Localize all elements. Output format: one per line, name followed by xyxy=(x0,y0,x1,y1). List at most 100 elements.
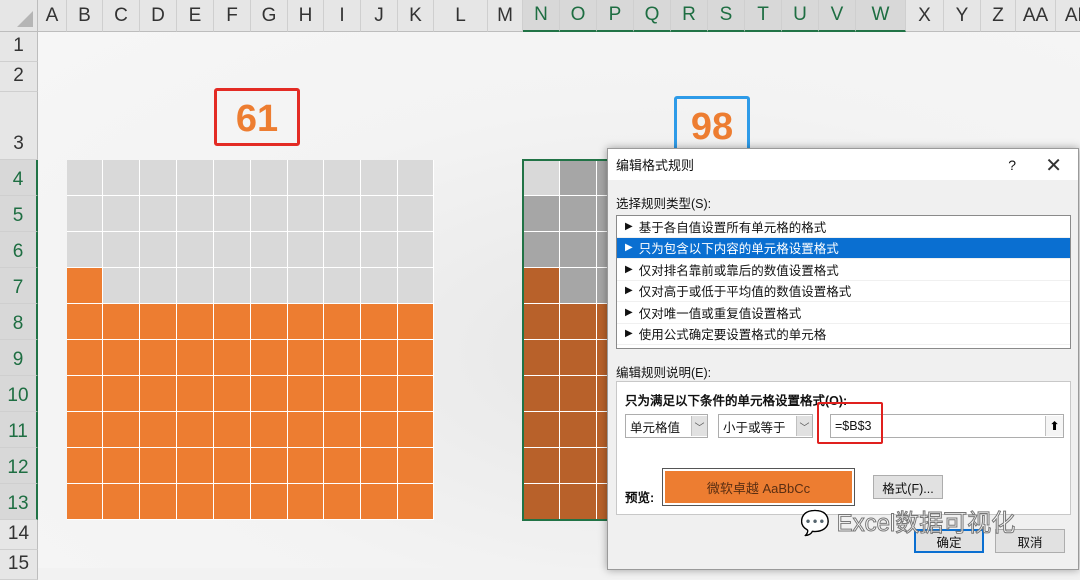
column-header[interactable]: X xyxy=(906,0,944,32)
left-grid-cell[interactable] xyxy=(398,304,434,340)
left-grid-cell[interactable] xyxy=(361,412,398,448)
left-grid-cell[interactable] xyxy=(361,484,398,520)
left-grid-cell[interactable] xyxy=(288,412,324,448)
left-grid-cell[interactable] xyxy=(67,268,103,304)
left-grid-cell[interactable] xyxy=(324,412,361,448)
right-grid-cell[interactable] xyxy=(560,268,597,304)
left-grid-cell[interactable] xyxy=(251,340,288,376)
column-header[interactable]: O xyxy=(560,0,597,32)
left-grid-cell[interactable] xyxy=(398,196,434,232)
left-grid-cell[interactable] xyxy=(140,196,177,232)
left-grid-cell[interactable] xyxy=(288,340,324,376)
condition-type-select[interactable]: 单元格值 ﹀ xyxy=(625,414,708,438)
left-grid-cell[interactable] xyxy=(398,232,434,268)
left-grid-cell[interactable] xyxy=(288,304,324,340)
rule-type-item[interactable]: ▶ 基于各自值设置所有单元格的格式 xyxy=(617,216,1070,238)
row-header[interactable]: 6 xyxy=(0,232,38,268)
right-grid-cell[interactable] xyxy=(523,484,560,520)
left-grid-cell[interactable] xyxy=(67,232,103,268)
left-grid-cell[interactable] xyxy=(67,196,103,232)
left-grid-cell[interactable] xyxy=(177,268,214,304)
rule-type-list[interactable]: ▶ 基于各自值设置所有单元格的格式 ▶ 只为包含以下内容的单元格设置格式 ▶ 仅对排名靠前… xyxy=(616,215,1071,349)
left-grid-cell[interactable] xyxy=(288,376,324,412)
column-header[interactable]: M xyxy=(488,0,523,32)
column-header[interactable]: J xyxy=(361,0,398,32)
left-grid-cell[interactable] xyxy=(140,160,177,196)
row-header[interactable]: 12 xyxy=(0,448,38,484)
row-header[interactable]: 7 xyxy=(0,268,38,304)
left-grid-cell[interactable] xyxy=(214,340,251,376)
left-grid-cell[interactable] xyxy=(324,232,361,268)
column-header[interactable]: U xyxy=(782,0,819,32)
left-grid-cell[interactable] xyxy=(288,232,324,268)
right-grid-cell[interactable] xyxy=(560,484,597,520)
left-grid-cell[interactable] xyxy=(67,340,103,376)
left-grid-cell[interactable] xyxy=(398,412,434,448)
row-header[interactable]: 13 xyxy=(0,484,38,520)
left-grid-cell[interactable] xyxy=(361,304,398,340)
chevron-down-icon[interactable]: ﹀ xyxy=(691,416,707,436)
row-header[interactable]: 11 xyxy=(0,412,38,448)
left-grid-cell[interactable] xyxy=(324,160,361,196)
left-grid-cell[interactable] xyxy=(361,340,398,376)
left-value-cell[interactable]: 61 xyxy=(214,88,300,146)
rule-type-item[interactable]: ▶ 仅对高于或低于平均值的数值设置格式 xyxy=(617,281,1070,302)
select-all-corner[interactable] xyxy=(0,0,38,32)
left-grid-cell[interactable] xyxy=(140,304,177,340)
left-grid-cell[interactable] xyxy=(177,412,214,448)
rule-type-item[interactable]: ▶ 使用公式确定要设置格式的单元格 xyxy=(617,324,1070,345)
row-header[interactable]: 4 xyxy=(0,160,38,196)
row-header[interactable]: 1 xyxy=(0,32,38,62)
left-grid-cell[interactable] xyxy=(140,448,177,484)
left-grid-cell[interactable] xyxy=(398,484,434,520)
left-grid-cell[interactable] xyxy=(177,484,214,520)
help-icon[interactable]: ? xyxy=(1008,157,1016,173)
right-grid-cell[interactable] xyxy=(523,304,560,340)
right-grid-cell[interactable] xyxy=(560,412,597,448)
column-header[interactable]: Q xyxy=(634,0,671,32)
rule-type-item[interactable]: ▶ 只为包含以下内容的单元格设置格式 xyxy=(617,237,1070,259)
column-header[interactable]: E xyxy=(177,0,214,32)
left-grid-cell[interactable] xyxy=(103,484,140,520)
left-grid-cell[interactable] xyxy=(398,340,434,376)
column-header[interactable]: C xyxy=(103,0,140,32)
left-grid-cell[interactable] xyxy=(177,340,214,376)
left-grid-cell[interactable] xyxy=(361,232,398,268)
left-grid-cell[interactable] xyxy=(398,376,434,412)
column-header[interactable]: D xyxy=(140,0,177,32)
left-grid-cell[interactable] xyxy=(251,448,288,484)
right-grid-cell[interactable] xyxy=(560,196,597,232)
left-grid-cell[interactable] xyxy=(103,232,140,268)
left-grid-cell[interactable] xyxy=(177,160,214,196)
left-grid-cell[interactable] xyxy=(177,304,214,340)
collapse-range-icon[interactable]: ⬆ xyxy=(1045,416,1063,436)
column-header[interactable]: V xyxy=(819,0,856,32)
column-header[interactable]: I xyxy=(324,0,361,32)
row-header[interactable]: 9 xyxy=(0,340,38,376)
left-grid-cell[interactable] xyxy=(177,196,214,232)
row-header[interactable]: 5 xyxy=(0,196,38,232)
chevron-down-icon[interactable]: ﹀ xyxy=(796,416,812,436)
column-header[interactable]: F xyxy=(214,0,251,32)
operator-select[interactable]: 小于或等于 ﹀ xyxy=(718,414,813,438)
left-grid-cell[interactable] xyxy=(177,448,214,484)
left-grid-cell[interactable] xyxy=(67,412,103,448)
left-grid-cell[interactable] xyxy=(140,412,177,448)
column-header[interactable]: P xyxy=(597,0,634,32)
right-grid-cell[interactable] xyxy=(523,232,560,268)
left-grid-cell[interactable] xyxy=(361,448,398,484)
rule-type-item[interactable]: ▶ 仅对唯一值或重复值设置格式 xyxy=(617,302,1070,324)
left-grid-cell[interactable] xyxy=(214,484,251,520)
right-grid-cell[interactable] xyxy=(560,376,597,412)
left-grid-cell[interactable] xyxy=(251,160,288,196)
left-grid-cell[interactable] xyxy=(288,268,324,304)
left-grid-cell[interactable] xyxy=(288,160,324,196)
left-grid-cell[interactable] xyxy=(361,268,398,304)
column-header[interactable]: AB xyxy=(1056,0,1080,32)
left-grid-cell[interactable] xyxy=(251,196,288,232)
row-header[interactable]: 3 xyxy=(0,92,38,160)
left-grid-cell[interactable] xyxy=(140,376,177,412)
right-grid-cell[interactable] xyxy=(523,268,560,304)
left-grid-cell[interactable] xyxy=(103,304,140,340)
left-grid-cell[interactable] xyxy=(177,232,214,268)
